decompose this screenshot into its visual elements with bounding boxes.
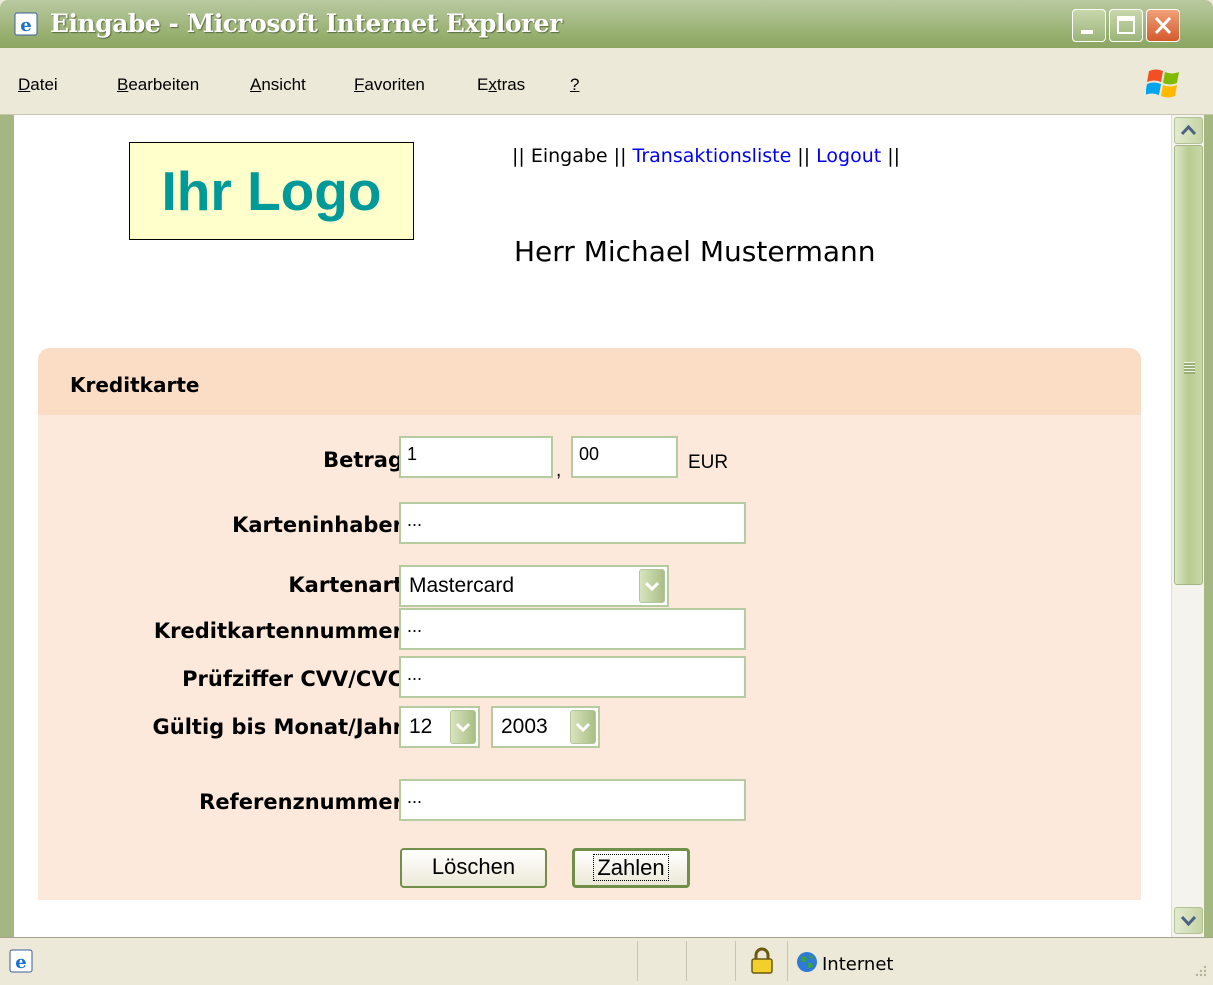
card-number-input[interactable]: ...	[399, 608, 746, 650]
ie-icon: e	[14, 12, 38, 36]
status-cell	[637, 941, 685, 981]
window-title: Eingabe - Microsoft Internet Explorer	[50, 9, 562, 38]
dropdown-button[interactable]	[450, 710, 476, 744]
page-viewport: Ihr Logo || Eingabe || Transaktionsliste…	[14, 115, 1171, 937]
window-frame-left	[0, 115, 14, 937]
user-name: Herr Michael Mustermann	[514, 235, 876, 268]
maximize-icon	[1117, 16, 1135, 34]
expiry-label: Gültig bis Monat/Jahr	[152, 715, 403, 739]
scroll-up-button[interactable]	[1174, 117, 1203, 144]
nav-separator: ||	[791, 145, 817, 167]
card-number-label: Kreditkartennummer	[153, 619, 403, 643]
top-navigation: || Eingabe || Transaktionsliste || Logou…	[512, 145, 900, 167]
nav-separator: ||	[881, 145, 901, 167]
credit-card-form: Kreditkarte Betrag 1 , 00 EUR Karteninha…	[38, 348, 1141, 900]
amount-separator: ,	[556, 460, 562, 481]
lock-icon	[751, 947, 773, 974]
svg-text:e: e	[20, 15, 31, 36]
minimize-icon	[1081, 30, 1093, 34]
currency-label: EUR	[688, 452, 729, 473]
browser-window: e Eingabe - Microsoft Internet Explorer …	[0, 0, 1213, 985]
pay-button-label: Zahlen	[593, 854, 669, 881]
page-icon: e	[9, 949, 33, 973]
amount-label: Betrag	[323, 448, 403, 472]
resize-grip-icon[interactable]	[1190, 962, 1208, 980]
reference-input[interactable]: ...	[399, 779, 746, 821]
card-type-value: Mastercard	[409, 574, 515, 597]
close-icon	[1154, 16, 1172, 35]
menu-bar: Datei Bearbeiten Ansicht Favoriten Extra…	[0, 48, 1213, 115]
menu-datei[interactable]: Datei	[18, 75, 58, 95]
clear-button[interactable]: Löschen	[400, 848, 547, 888]
pay-button[interactable]: Zahlen	[572, 848, 690, 888]
menu-ansicht[interactable]: Ansicht	[250, 75, 306, 95]
close-button[interactable]	[1146, 9, 1180, 42]
chevron-down-icon	[456, 722, 470, 733]
menu-extras[interactable]: Extras	[477, 75, 525, 95]
nav-current-page: Eingabe	[530, 145, 608, 167]
amount-cents-input[interactable]: 00	[571, 436, 678, 478]
form-header: Kreditkarte	[38, 348, 1141, 415]
expiry-year-select[interactable]: 2003	[491, 706, 600, 748]
menu-favoriten[interactable]: Favoriten	[354, 75, 425, 95]
holder-input[interactable]: ...	[399, 502, 746, 544]
scroll-thumb[interactable]	[1174, 145, 1203, 585]
security-zone-label: Internet	[822, 954, 894, 975]
menu-help[interactable]: ?	[570, 75, 579, 95]
expiry-year-value: 2003	[501, 715, 548, 738]
minimize-button[interactable]	[1072, 9, 1106, 42]
dropdown-button[interactable]	[570, 710, 596, 744]
menu-bearbeiten[interactable]: Bearbeiten	[117, 75, 199, 95]
svg-text:e: e	[15, 952, 26, 973]
window-frame-right	[1204, 115, 1213, 937]
expiry-month-select[interactable]: 12	[399, 706, 480, 748]
status-bar: e Internet	[0, 937, 1213, 985]
title-bar: e Eingabe - Microsoft Internet Explorer	[0, 0, 1213, 48]
nav-separator: ||	[607, 145, 633, 167]
grip-icon	[1184, 362, 1195, 374]
chevron-down-icon	[1180, 915, 1197, 927]
logout-link[interactable]: Logout	[816, 145, 881, 167]
cvv-input[interactable]: ...	[399, 656, 746, 698]
holder-label: Karteninhaber	[232, 513, 403, 537]
scroll-down-button[interactable]	[1174, 907, 1203, 934]
card-type-select[interactable]: Mastercard	[399, 565, 669, 607]
card-type-label: Kartenart	[288, 573, 403, 597]
amount-whole-input[interactable]: 1	[399, 436, 553, 478]
expiry-month-value: 12	[409, 715, 433, 738]
vertical-scrollbar[interactable]	[1171, 115, 1204, 937]
form-title: Kreditkarte	[70, 373, 200, 397]
cvv-label: Prüfziffer CVV/CVC	[182, 667, 403, 691]
chevron-down-icon	[576, 722, 590, 733]
chevron-down-icon	[645, 581, 659, 592]
chevron-up-icon	[1180, 124, 1197, 136]
status-cell	[686, 941, 734, 981]
transactions-link[interactable]: Transaktionsliste	[633, 145, 792, 167]
nav-separator: ||	[512, 145, 531, 167]
maximize-button[interactable]	[1109, 9, 1143, 42]
dropdown-button[interactable]	[639, 569, 665, 603]
windows-logo-icon	[1146, 69, 1179, 98]
logo: Ihr Logo	[129, 142, 414, 240]
globe-icon	[797, 952, 817, 972]
reference-label: Referenznummer	[199, 790, 403, 814]
